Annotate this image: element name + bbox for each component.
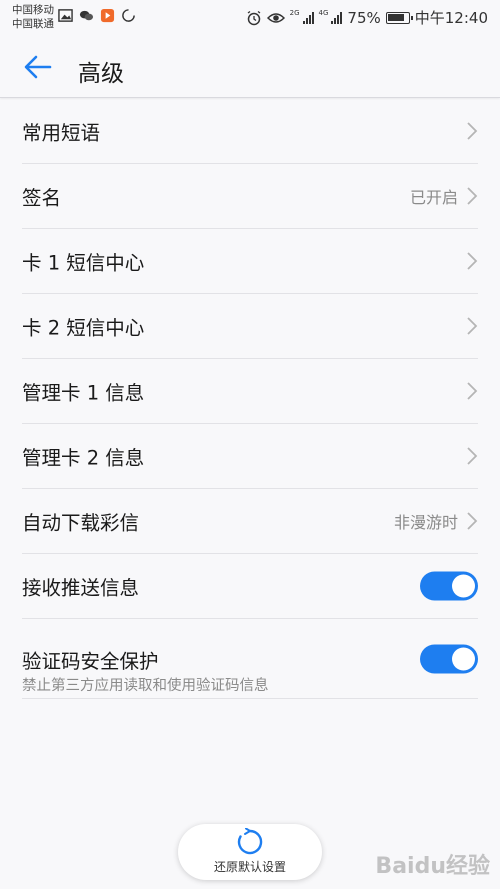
setting-verification-code-protection: 验证码安全保护 禁止第三方应用读取和使用验证码信息 [22,619,478,699]
restore-defaults-button[interactable]: 还原默认设置 [178,824,322,880]
receive-push-toggle[interactable] [420,571,478,601]
setting-manage-sim2-messages[interactable]: 管理卡 2 信息 [22,424,478,489]
back-button[interactable] [20,50,56,84]
setting-label: 卡 2 短信中心 [22,316,145,340]
battery-percent: 75% [347,8,381,27]
status-right: 2G 4G 75% 中午12:40 [246,7,488,28]
chevron-right-icon [467,122,478,140]
toggle-knob [452,647,475,670]
signal-2-icon [331,11,343,24]
setting-label: 验证码安全保护 [22,650,159,673]
chevron-right-icon [467,187,478,205]
screen: 中国移动 中国联通 2G 4G 75% 中午12:40 高级 常用短语 签名 已… [0,0,500,889]
chevron-right-icon [467,447,478,465]
setting-label: 管理卡 2 信息 [22,446,145,470]
wechat-icon [79,10,94,21]
toggle-knob [452,574,475,598]
chevron-right-icon [467,512,478,530]
carrier-info: 中国移动 中国联通 [12,3,54,31]
signal-1-icon [302,11,314,24]
setting-signature[interactable]: 签名 已开启 [22,164,478,229]
verification-protection-toggle[interactable] [420,644,478,673]
setting-sim2-sms-center[interactable]: 卡 2 短信中心 [22,294,478,359]
restore-defaults-label: 还原默认设置 [213,860,286,874]
setting-common-phrases[interactable]: 常用短语 [22,99,478,164]
chevron-right-icon [467,382,478,400]
settings-list: 常用短语 签名 已开启 卡 1 短信中心 卡 2 短信中心 管理卡 1 信息 管… [0,99,500,699]
setting-label: 自动下载彩信 [22,511,140,535]
video-app-icon [100,8,115,23]
restore-icon [237,828,263,855]
status-bar: 中国移动 中国联通 2G 4G 75% 中午12:40 [0,0,500,36]
notification-icons [58,8,136,23]
eye-icon [266,12,285,23]
setting-value: 非漫游时 [393,513,458,532]
chevron-right-icon [467,252,478,270]
sync-icon [122,9,135,22]
setting-label: 管理卡 1 信息 [22,381,145,405]
setting-label: 卡 1 短信中心 [22,251,145,275]
chevron-right-icon [467,317,478,335]
setting-manage-sim1-messages[interactable]: 管理卡 1 信息 [22,359,478,424]
network-2g-label: 2G [289,8,300,17]
carrier-2: 中国联通 [12,18,54,30]
setting-receive-push: 接收推送信息 [22,554,478,619]
back-arrow-icon [24,55,52,79]
clock: 中午12:40 [414,9,488,27]
network-4g-label: 4G [318,8,329,17]
setting-label: 接收推送信息 [22,576,140,600]
image-icon [58,9,73,22]
page-title: 高级 [78,61,124,87]
setting-auto-download-mms[interactable]: 自动下载彩信 非漫游时 [22,489,478,554]
alarm-icon [247,10,261,25]
setting-sim1-sms-center[interactable]: 卡 1 短信中心 [22,229,478,294]
carrier-1: 中国移动 [12,4,54,16]
app-header: 高级 [0,36,500,98]
setting-value: 已开启 [409,188,458,207]
watermark: Baidu经验 [375,854,490,879]
setting-description: 禁止第三方应用读取和使用验证码信息 [22,678,269,694]
battery-icon [385,11,413,24]
setting-label: 常用短语 [22,121,101,145]
setting-label: 签名 [22,186,62,210]
